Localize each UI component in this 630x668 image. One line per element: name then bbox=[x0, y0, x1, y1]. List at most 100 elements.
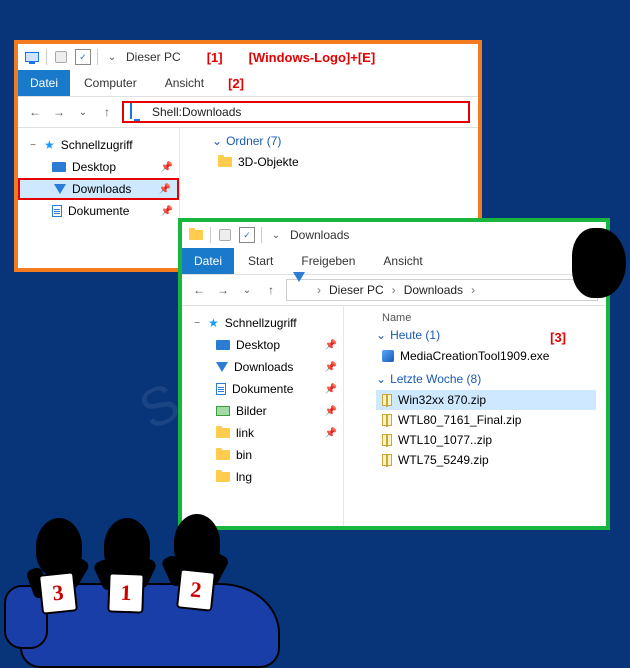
window-title: Dieser PC bbox=[126, 50, 181, 64]
folder-item[interactable]: 3D-Objekte bbox=[212, 152, 468, 172]
tab-view[interactable]: Ansicht bbox=[369, 248, 436, 274]
pin-icon: 📌 bbox=[325, 384, 337, 395]
pin-icon: 📌 bbox=[161, 162, 173, 173]
monitor-icon bbox=[130, 104, 146, 120]
tree-label: Bilder bbox=[236, 404, 267, 418]
tab-start[interactable]: Start bbox=[234, 248, 287, 274]
tree-item-desktop[interactable]: Desktop 📌 bbox=[18, 156, 179, 178]
pin-icon: 📌 bbox=[325, 362, 337, 373]
tree-label: lng bbox=[236, 470, 252, 484]
quick-save-icon[interactable] bbox=[53, 49, 69, 65]
score-card-1: 1 bbox=[107, 572, 144, 613]
pin-icon: 📌 bbox=[159, 184, 171, 195]
collapse-icon[interactable]: − bbox=[28, 140, 38, 151]
breadcrumb-bar[interactable]: › Dieser PC › Downloads › bbox=[286, 279, 598, 301]
file-item[interactable]: WTL10_1077..zip bbox=[376, 430, 596, 450]
file-item[interactable]: MediaCreationTool1909.exe bbox=[376, 346, 596, 366]
ribbon-tabs: Datei Start Freigeben Ansicht bbox=[182, 248, 606, 274]
history-dropdown[interactable] bbox=[238, 281, 256, 299]
documents-icon bbox=[216, 383, 226, 395]
desktop-icon bbox=[52, 162, 66, 172]
back-button[interactable]: ← bbox=[26, 103, 44, 121]
downloads-icon bbox=[54, 184, 66, 194]
star-icon: ★ bbox=[208, 316, 219, 330]
file-item[interactable]: WTL75_5249.zip bbox=[376, 450, 596, 470]
score-card-2: 2 bbox=[176, 568, 216, 612]
crumb-thispc[interactable]: Dieser PC bbox=[329, 283, 384, 297]
file-item[interactable]: WTL80_7161_Final.zip bbox=[376, 410, 596, 430]
chevron-down-icon: ⌄ bbox=[212, 134, 222, 148]
address-bar: ← → ↑ › Dieser PC › Downloads › bbox=[182, 274, 606, 306]
tree-item-bin[interactable]: bin bbox=[182, 444, 343, 466]
back-button[interactable]: ← bbox=[190, 281, 208, 299]
tree-label: Desktop bbox=[72, 160, 116, 174]
file-label: WTL75_5249.zip bbox=[398, 453, 489, 467]
file-label: MediaCreationTool1909.exe bbox=[400, 349, 549, 363]
window-title: Downloads bbox=[290, 228, 349, 242]
tree-label: Schnellzugriff bbox=[61, 138, 133, 152]
navigation-tree: − ★ Schnellzugriff Desktop 📌 Downloads 📌… bbox=[18, 128, 180, 268]
up-button[interactable]: ↑ bbox=[262, 281, 280, 299]
app-icon bbox=[188, 227, 204, 243]
quick-dropdown-icon[interactable] bbox=[104, 49, 120, 65]
quick-dropdown-icon[interactable] bbox=[268, 227, 284, 243]
explorer-window-downloads: ✓ Downloads Datei Start Freigeben Ansich… bbox=[178, 218, 610, 530]
tree-item-link[interactable]: link 📌 bbox=[182, 422, 343, 444]
collapse-icon[interactable]: − bbox=[192, 318, 202, 329]
tree-label: Dokumente bbox=[232, 382, 293, 396]
tab-share[interactable]: Freigeben bbox=[287, 248, 369, 274]
tree-label: Downloads bbox=[234, 360, 293, 374]
file-label: Win32xx 870.zip bbox=[398, 393, 486, 407]
tree-item-documents[interactable]: Dokumente 📌 bbox=[18, 200, 179, 222]
folder-icon bbox=[216, 428, 230, 438]
file-item[interactable]: Win32xx 870.zip bbox=[376, 390, 596, 410]
pin-icon: 📌 bbox=[325, 428, 337, 439]
crumb-downloads[interactable]: Downloads bbox=[404, 283, 463, 297]
address-input[interactable]: Shell:Downloads bbox=[122, 101, 470, 123]
score-card-3: 3 bbox=[38, 571, 78, 615]
content-pane: Name [3] ⌄Heute (1) MediaCreationTool190… bbox=[344, 306, 606, 526]
zip-icon bbox=[382, 454, 392, 466]
tree-label: bin bbox=[236, 448, 252, 462]
file-menu[interactable]: Datei bbox=[18, 70, 70, 96]
tab-view[interactable]: Ansicht bbox=[151, 70, 218, 96]
group-header-folders[interactable]: ⌄ Ordner (7) bbox=[212, 134, 468, 148]
column-header-name[interactable]: Name bbox=[376, 312, 596, 324]
tree-label: Desktop bbox=[236, 338, 280, 352]
tree-label: Downloads bbox=[72, 182, 131, 196]
quick-check-icon[interactable]: ✓ bbox=[239, 227, 255, 243]
tree-root-quickaccess[interactable]: − ★ Schnellzugriff bbox=[18, 134, 179, 156]
address-bar: ← → ↑ Shell:Downloads bbox=[18, 96, 478, 128]
zip-icon bbox=[382, 434, 392, 446]
forward-button[interactable]: → bbox=[214, 281, 232, 299]
tree-item-downloads[interactable]: Downloads 📌 bbox=[182, 356, 343, 378]
tree-item-desktop[interactable]: Desktop📌 bbox=[182, 334, 343, 356]
address-text: Shell:Downloads bbox=[152, 105, 241, 119]
decorative-figure bbox=[572, 228, 626, 298]
titlebar: ✓ Downloads bbox=[182, 222, 606, 248]
group-header-lastweek[interactable]: ⌄Letzte Woche (8) bbox=[376, 372, 596, 386]
tree-root-quickaccess[interactable]: − ★ Schnellzugriff bbox=[182, 312, 343, 334]
up-button[interactable]: ↑ bbox=[98, 103, 116, 121]
file-menu[interactable]: Datei bbox=[182, 248, 234, 274]
tree-item-downloads[interactable]: Downloads 📌 bbox=[18, 178, 179, 200]
history-dropdown[interactable] bbox=[74, 103, 92, 121]
tree-item-lng[interactable]: lng bbox=[182, 466, 343, 488]
quick-save-icon[interactable] bbox=[217, 227, 233, 243]
annotation-1: [1] bbox=[207, 50, 223, 65]
chevron-down-icon: ⌄ bbox=[376, 372, 386, 386]
pictures-icon bbox=[216, 406, 230, 416]
downloads-icon bbox=[216, 362, 228, 372]
tab-computer[interactable]: Computer bbox=[70, 70, 151, 96]
quick-check-icon[interactable]: ✓ bbox=[75, 49, 91, 65]
tree-label: link bbox=[236, 426, 254, 440]
tree-item-documents[interactable]: Dokumente 📌 bbox=[182, 378, 343, 400]
exe-icon bbox=[382, 350, 394, 362]
chevron-down-icon: ⌄ bbox=[376, 328, 386, 342]
annotation-3: [3] bbox=[550, 330, 566, 345]
forward-button[interactable]: → bbox=[50, 103, 68, 121]
pin-icon: 📌 bbox=[161, 206, 173, 217]
tree-item-pictures[interactable]: Bilder📌 bbox=[182, 400, 343, 422]
annotation-1-text: [Windows-Logo]+[E] bbox=[249, 50, 376, 65]
star-icon: ★ bbox=[44, 138, 55, 152]
